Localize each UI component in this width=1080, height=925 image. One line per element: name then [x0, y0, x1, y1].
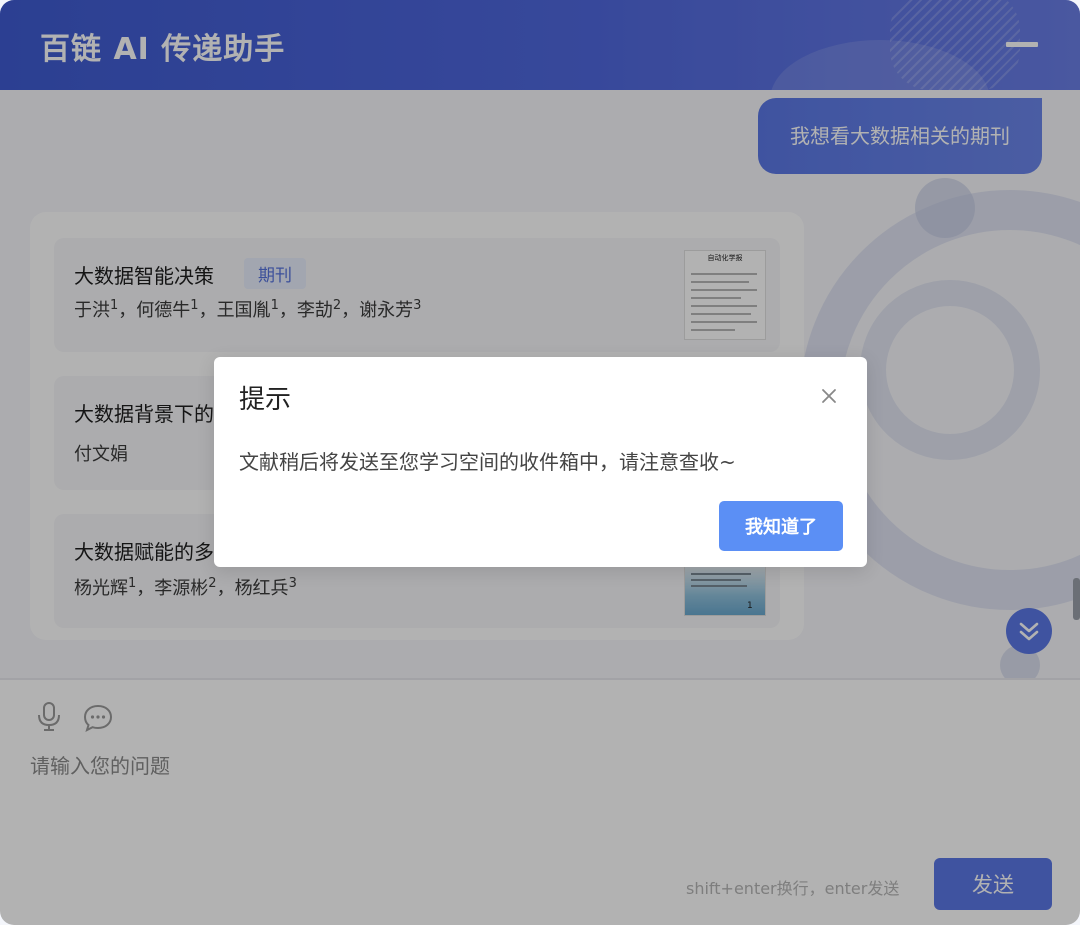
close-icon: [822, 389, 836, 403]
dialog-title: 提示: [239, 385, 292, 415]
dialog-close-button[interactable]: [816, 383, 842, 409]
app-window: 百链 AI 传递助手 我想看大数据相关的期刊 大数据智能决策 期刊 于洪1，何德…: [0, 0, 1080, 925]
dialog-message: 文献稍后将发送至您学习空间的收件箱中，请注意查收~: [239, 450, 736, 474]
dialog-ok-button[interactable]: 我知道了: [719, 501, 843, 551]
notice-dialog: 提示 文献稍后将发送至您学习空间的收件箱中，请注意查收~ 我知道了: [214, 357, 867, 567]
